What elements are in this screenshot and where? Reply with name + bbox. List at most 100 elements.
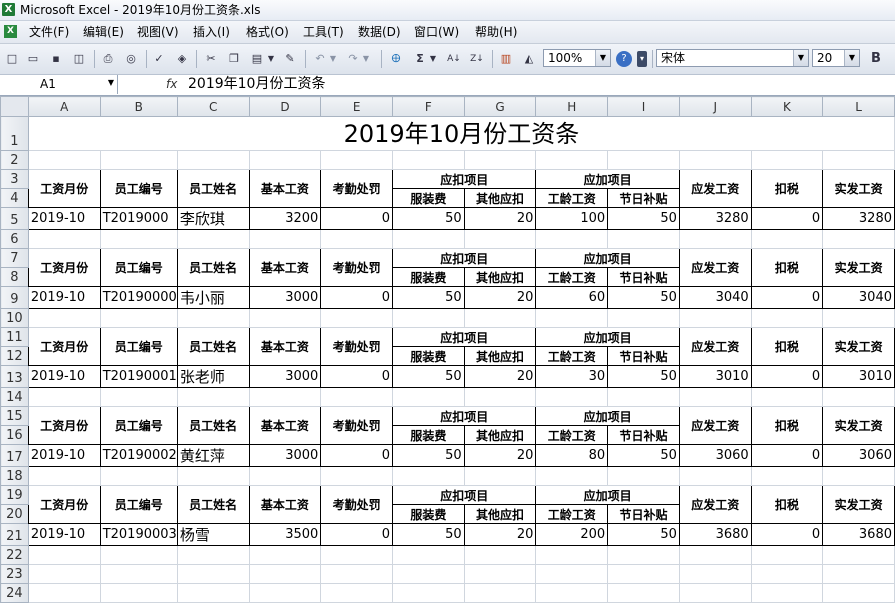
header-uniform[interactable]: 服装费 xyxy=(392,504,465,524)
header-net-pay[interactable]: 实发工资 xyxy=(822,169,895,208)
empty-cell[interactable] xyxy=(176,387,250,407)
cell-emp-name[interactable]: 杨雪 xyxy=(176,523,250,546)
header-uniform[interactable]: 服装费 xyxy=(392,188,465,208)
empty-cell[interactable] xyxy=(248,583,322,603)
empty-cell[interactable] xyxy=(463,583,537,603)
empty-cell[interactable] xyxy=(176,466,250,486)
cell-emp-id[interactable]: T20190001 xyxy=(99,365,178,388)
empty-cell[interactable] xyxy=(463,564,537,584)
cell-gross[interactable]: 3010 xyxy=(678,365,752,388)
empty-cell[interactable] xyxy=(320,583,394,603)
empty-cell[interactable] xyxy=(750,466,824,486)
cell-emp-id[interactable]: T2019000 xyxy=(99,207,178,230)
header-attendance-penalty[interactable]: 考勤处罚 xyxy=(320,485,394,524)
font-size-select[interactable]: 20 ▼ xyxy=(812,49,860,67)
menu-help[interactable]: 帮助(H) xyxy=(475,25,517,39)
header-net-pay[interactable]: 实发工资 xyxy=(822,485,895,524)
cut-icon[interactable]: ✂ xyxy=(203,51,219,67)
empty-cell[interactable] xyxy=(392,564,465,584)
header-holiday-allowance[interactable]: 节日补贴 xyxy=(607,188,680,208)
cell-holiday[interactable]: 50 xyxy=(607,444,680,467)
cell-seniority[interactable]: 30 xyxy=(535,365,609,388)
cell-emp-name[interactable]: 韦小丽 xyxy=(176,286,250,309)
header-holiday-allowance[interactable]: 节日补贴 xyxy=(607,425,680,445)
empty-cell[interactable] xyxy=(463,387,537,407)
cell-base[interactable]: 3000 xyxy=(248,365,322,388)
row-header[interactable]: 11 xyxy=(0,327,29,347)
empty-cell[interactable] xyxy=(176,583,250,603)
cell-emp-name[interactable]: 李欣琪 xyxy=(176,207,250,230)
menu-insert[interactable]: 插入(I) xyxy=(193,25,230,39)
header-additions[interactable]: 应加项目 xyxy=(535,485,680,505)
workbook-icon[interactable]: X xyxy=(4,25,17,38)
empty-cell[interactable] xyxy=(607,545,680,565)
header-uniform[interactable]: 服装费 xyxy=(392,346,465,366)
empty-cell[interactable] xyxy=(535,583,609,603)
row-header[interactable]: 15 xyxy=(0,406,29,426)
empty-cell[interactable] xyxy=(27,545,101,565)
empty-cell[interactable] xyxy=(176,229,250,249)
empty-cell[interactable] xyxy=(822,564,895,584)
header-seniority-pay[interactable]: 工龄工资 xyxy=(535,346,609,366)
header-tax[interactable]: 扣税 xyxy=(750,169,824,208)
empty-cell[interactable] xyxy=(535,564,609,584)
column-header[interactable]: A xyxy=(27,96,101,117)
research-icon[interactable]: ◈ xyxy=(174,51,190,67)
cell-other[interactable]: 20 xyxy=(463,523,537,546)
header-deductions[interactable]: 应扣项目 xyxy=(392,485,537,505)
empty-cell[interactable] xyxy=(822,387,895,407)
undo-icon[interactable]: ↶ xyxy=(312,51,328,67)
header-deductions[interactable]: 应扣项目 xyxy=(392,327,537,347)
empty-cell[interactable] xyxy=(678,308,752,328)
empty-cell[interactable] xyxy=(822,229,895,249)
header-tax[interactable]: 扣税 xyxy=(750,248,824,287)
menu-window[interactable]: 窗口(W) xyxy=(414,25,459,39)
print-preview-icon[interactable]: ◎ xyxy=(123,51,139,67)
empty-cell[interactable] xyxy=(750,308,824,328)
header-attendance-penalty[interactable]: 考勤处罚 xyxy=(320,248,394,287)
cell-tax[interactable]: 0 xyxy=(750,207,824,230)
header-net-pay[interactable]: 实发工资 xyxy=(822,248,895,287)
header-attendance-penalty[interactable]: 考勤处罚 xyxy=(320,169,394,208)
empty-cell[interactable] xyxy=(392,466,465,486)
empty-cell[interactable] xyxy=(320,387,394,407)
header-gross-pay[interactable]: 应发工资 xyxy=(678,169,752,208)
empty-cell[interactable] xyxy=(463,545,537,565)
empty-cell[interactable] xyxy=(99,583,178,603)
hyperlink-icon[interactable]: 🜨 xyxy=(388,51,404,67)
header-other-deduction[interactable]: 其他应扣 xyxy=(463,188,537,208)
cell-net[interactable]: 3040 xyxy=(822,286,895,309)
empty-cell[interactable] xyxy=(822,150,895,170)
empty-cell[interactable] xyxy=(392,583,465,603)
header-month[interactable]: 工资月份 xyxy=(27,169,101,208)
row-header[interactable]: 6 xyxy=(0,229,29,249)
menu-tools[interactable]: 工具(T) xyxy=(303,25,344,39)
column-header[interactable]: C xyxy=(176,96,250,117)
empty-cell[interactable] xyxy=(607,229,680,249)
header-net-pay[interactable]: 实发工资 xyxy=(822,327,895,366)
header-holiday-allowance[interactable]: 节日补贴 xyxy=(607,346,680,366)
empty-cell[interactable] xyxy=(678,583,752,603)
header-emp-id[interactable]: 员工编号 xyxy=(99,327,178,366)
empty-cell[interactable] xyxy=(607,387,680,407)
cell-month[interactable]: 2019-10 xyxy=(27,207,101,230)
menu-file[interactable]: 文件(F) xyxy=(29,25,69,39)
row-header[interactable]: 19 xyxy=(0,485,29,505)
empty-cell[interactable] xyxy=(99,564,178,584)
header-holiday-allowance[interactable]: 节日补贴 xyxy=(607,267,680,287)
cell-other[interactable]: 20 xyxy=(463,207,537,230)
zoom-select[interactable]: 100% ▼ xyxy=(543,49,611,67)
empty-cell[interactable] xyxy=(822,466,895,486)
empty-cell[interactable] xyxy=(248,466,322,486)
paste-icon[interactable]: ▤ xyxy=(249,51,265,67)
cell-tax[interactable]: 0 xyxy=(750,444,824,467)
open-icon[interactable]: ▭ xyxy=(25,51,41,67)
empty-cell[interactable] xyxy=(27,150,101,170)
cell-gross[interactable]: 3680 xyxy=(678,523,752,546)
row-header[interactable]: 10 xyxy=(0,308,29,328)
header-emp-id[interactable]: 员工编号 xyxy=(99,406,178,445)
empty-cell[interactable] xyxy=(750,387,824,407)
empty-cell[interactable] xyxy=(248,564,322,584)
permission-icon[interactable]: ◫ xyxy=(71,51,87,67)
header-seniority-pay[interactable]: 工龄工资 xyxy=(535,267,609,287)
